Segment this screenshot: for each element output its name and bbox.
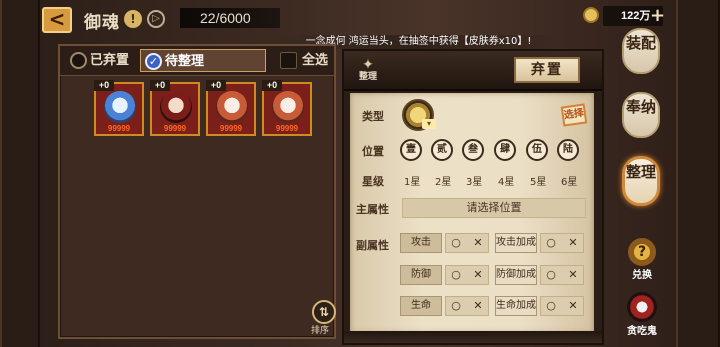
position-button[interactable]: 叁 bbox=[462, 139, 484, 161]
sub-attr-option[interactable]: 生命 bbox=[400, 296, 442, 316]
sub-attr-option[interactable]: 生命加成 bbox=[495, 296, 537, 316]
tab-discarded[interactable]: 已弃置 bbox=[66, 49, 136, 72]
wall-beam bbox=[676, 0, 720, 347]
star-option[interactable]: 2星 bbox=[435, 173, 451, 188]
tab-bar: 已弃置 ✓ 待整理 全选 bbox=[60, 46, 334, 76]
level-badge: +0 bbox=[94, 80, 114, 91]
soul-portrait bbox=[160, 91, 192, 123]
position-button[interactable]: 肆 bbox=[494, 139, 516, 161]
soul-card[interactable]: +0 99999 bbox=[150, 80, 200, 136]
sort-label: 排序 bbox=[311, 326, 330, 336]
star-option[interactable]: 6星 bbox=[561, 173, 577, 188]
chevron-down-icon[interactable]: ▾ bbox=[422, 119, 436, 129]
gluttony-icon bbox=[627, 292, 657, 322]
soul-portrait bbox=[104, 91, 136, 123]
soul-card[interactable]: +0 99999 bbox=[262, 80, 312, 136]
page-title: 御魂 bbox=[84, 13, 120, 33]
equip-tab[interactable]: 装配 bbox=[622, 28, 660, 74]
tab-pending-label: 待整理 bbox=[165, 54, 205, 69]
tab-discarded-label: 已弃置 bbox=[90, 53, 130, 68]
info-icon[interactable]: ! bbox=[124, 10, 142, 28]
back-button[interactable]: < bbox=[42, 7, 72, 33]
filter-panel: ✦ 整理 弃置 类型 ▾ 选择 位置 壹 贰 叁 肆 伍 陆 星级 1星 2星 … bbox=[342, 49, 604, 345]
check-icon: ✓ bbox=[145, 53, 162, 70]
redeem-icon: ? bbox=[628, 238, 656, 266]
star-level-label: 星级 bbox=[362, 175, 384, 188]
tab-pending[interactable]: ✓ 待整理 bbox=[140, 49, 266, 72]
level-badge: +0 bbox=[206, 80, 226, 91]
sort-button[interactable]: ⇅ bbox=[312, 300, 336, 324]
type-label: 类型 bbox=[362, 110, 384, 123]
circle-toggle[interactable]: ○ bbox=[445, 265, 467, 285]
soul-count: 22/6000 bbox=[180, 8, 280, 28]
level-badge: +0 bbox=[262, 80, 282, 91]
star-option[interactable]: 3星 bbox=[466, 173, 482, 188]
radio-icon bbox=[70, 52, 87, 69]
sub-attribute-label: 副属性 bbox=[356, 239, 389, 252]
star-option[interactable]: 5星 bbox=[530, 173, 546, 188]
star-option[interactable]: 1星 bbox=[404, 173, 420, 188]
cross-toggle[interactable]: ✕ bbox=[562, 233, 584, 253]
settle-toggle[interactable]: ✦ 整理 bbox=[356, 57, 380, 83]
circle-toggle[interactable]: ○ bbox=[540, 296, 562, 316]
main-attribute-select[interactable]: 请选择位置 bbox=[402, 198, 586, 218]
play-icon[interactable]: ▷ bbox=[147, 10, 165, 28]
main-attribute-label: 主属性 bbox=[356, 203, 389, 216]
soul-portrait bbox=[216, 91, 248, 123]
cross-toggle[interactable]: ✕ bbox=[467, 265, 489, 285]
gluttony-label: 贪吃鬼 bbox=[627, 326, 657, 337]
coin-icon bbox=[583, 7, 599, 23]
add-currency-button[interactable]: + bbox=[650, 7, 665, 25]
sub-attr-option[interactable]: 攻击 bbox=[400, 233, 442, 253]
sub-attr-option[interactable]: 防御加成 bbox=[495, 265, 537, 285]
cross-toggle[interactable]: ✕ bbox=[467, 233, 489, 253]
settle-toggle-label: 整理 bbox=[358, 72, 377, 82]
position-button[interactable]: 伍 bbox=[526, 139, 548, 161]
filter-select-button[interactable]: 选择 bbox=[560, 103, 588, 127]
wall-beam bbox=[0, 0, 40, 347]
star-rating: 99999 bbox=[107, 124, 131, 133]
position-button[interactable]: 贰 bbox=[431, 139, 453, 161]
star-rating: 99999 bbox=[163, 124, 187, 133]
star-rating: 99999 bbox=[219, 124, 243, 133]
discard-button[interactable]: 弃置 bbox=[514, 57, 580, 83]
circle-toggle[interactable]: ○ bbox=[540, 233, 562, 253]
soul-card[interactable]: +0 99999 bbox=[206, 80, 256, 136]
sub-attr-option[interactable]: 防御 bbox=[400, 265, 442, 285]
soul-list-panel: 已弃置 ✓ 待整理 全选 +0 99999 +0 99999 +0 99999 … bbox=[58, 44, 336, 339]
circle-toggle[interactable]: ○ bbox=[540, 265, 562, 285]
enhance-tab[interactable]: 奉纳 bbox=[622, 92, 660, 138]
cross-toggle[interactable]: ✕ bbox=[562, 296, 584, 316]
position-button[interactable]: 壹 bbox=[400, 139, 422, 161]
soul-card[interactable]: +0 99999 bbox=[94, 80, 144, 136]
position-button[interactable]: 陆 bbox=[557, 139, 579, 161]
settle-icon: ✦ bbox=[362, 57, 374, 73]
filter-sheet: 类型 ▾ 选择 位置 壹 贰 叁 肆 伍 陆 星级 1星 2星 3星 4星 5星… bbox=[350, 93, 594, 333]
gluttony-button[interactable]: 贪吃鬼 bbox=[620, 292, 664, 342]
select-all-checkbox[interactable]: 全选 bbox=[278, 49, 328, 72]
cross-toggle[interactable]: ✕ bbox=[467, 296, 489, 316]
scroll-bottom-rod bbox=[344, 331, 602, 343]
circle-toggle[interactable]: ○ bbox=[445, 233, 467, 253]
settle-tab[interactable]: 整理 bbox=[622, 156, 660, 206]
redeem-button[interactable]: ? 兑换 bbox=[622, 238, 662, 284]
star-option[interactable]: 4星 bbox=[498, 173, 514, 188]
soul-portrait bbox=[272, 91, 304, 123]
checkbox-icon bbox=[280, 52, 297, 69]
select-all-label: 全选 bbox=[302, 53, 329, 68]
level-badge: +0 bbox=[150, 80, 170, 91]
sub-attr-option[interactable]: 攻击加成 bbox=[495, 233, 537, 253]
redeem-label: 兑换 bbox=[632, 270, 652, 281]
game-screen: { "header":{"back_label":"<","title":"御魂… bbox=[0, 0, 720, 347]
star-rating: 99999 bbox=[275, 124, 299, 133]
cross-toggle[interactable]: ✕ bbox=[562, 265, 584, 285]
position-label: 位置 bbox=[362, 145, 384, 158]
circle-toggle[interactable]: ○ bbox=[445, 296, 467, 316]
